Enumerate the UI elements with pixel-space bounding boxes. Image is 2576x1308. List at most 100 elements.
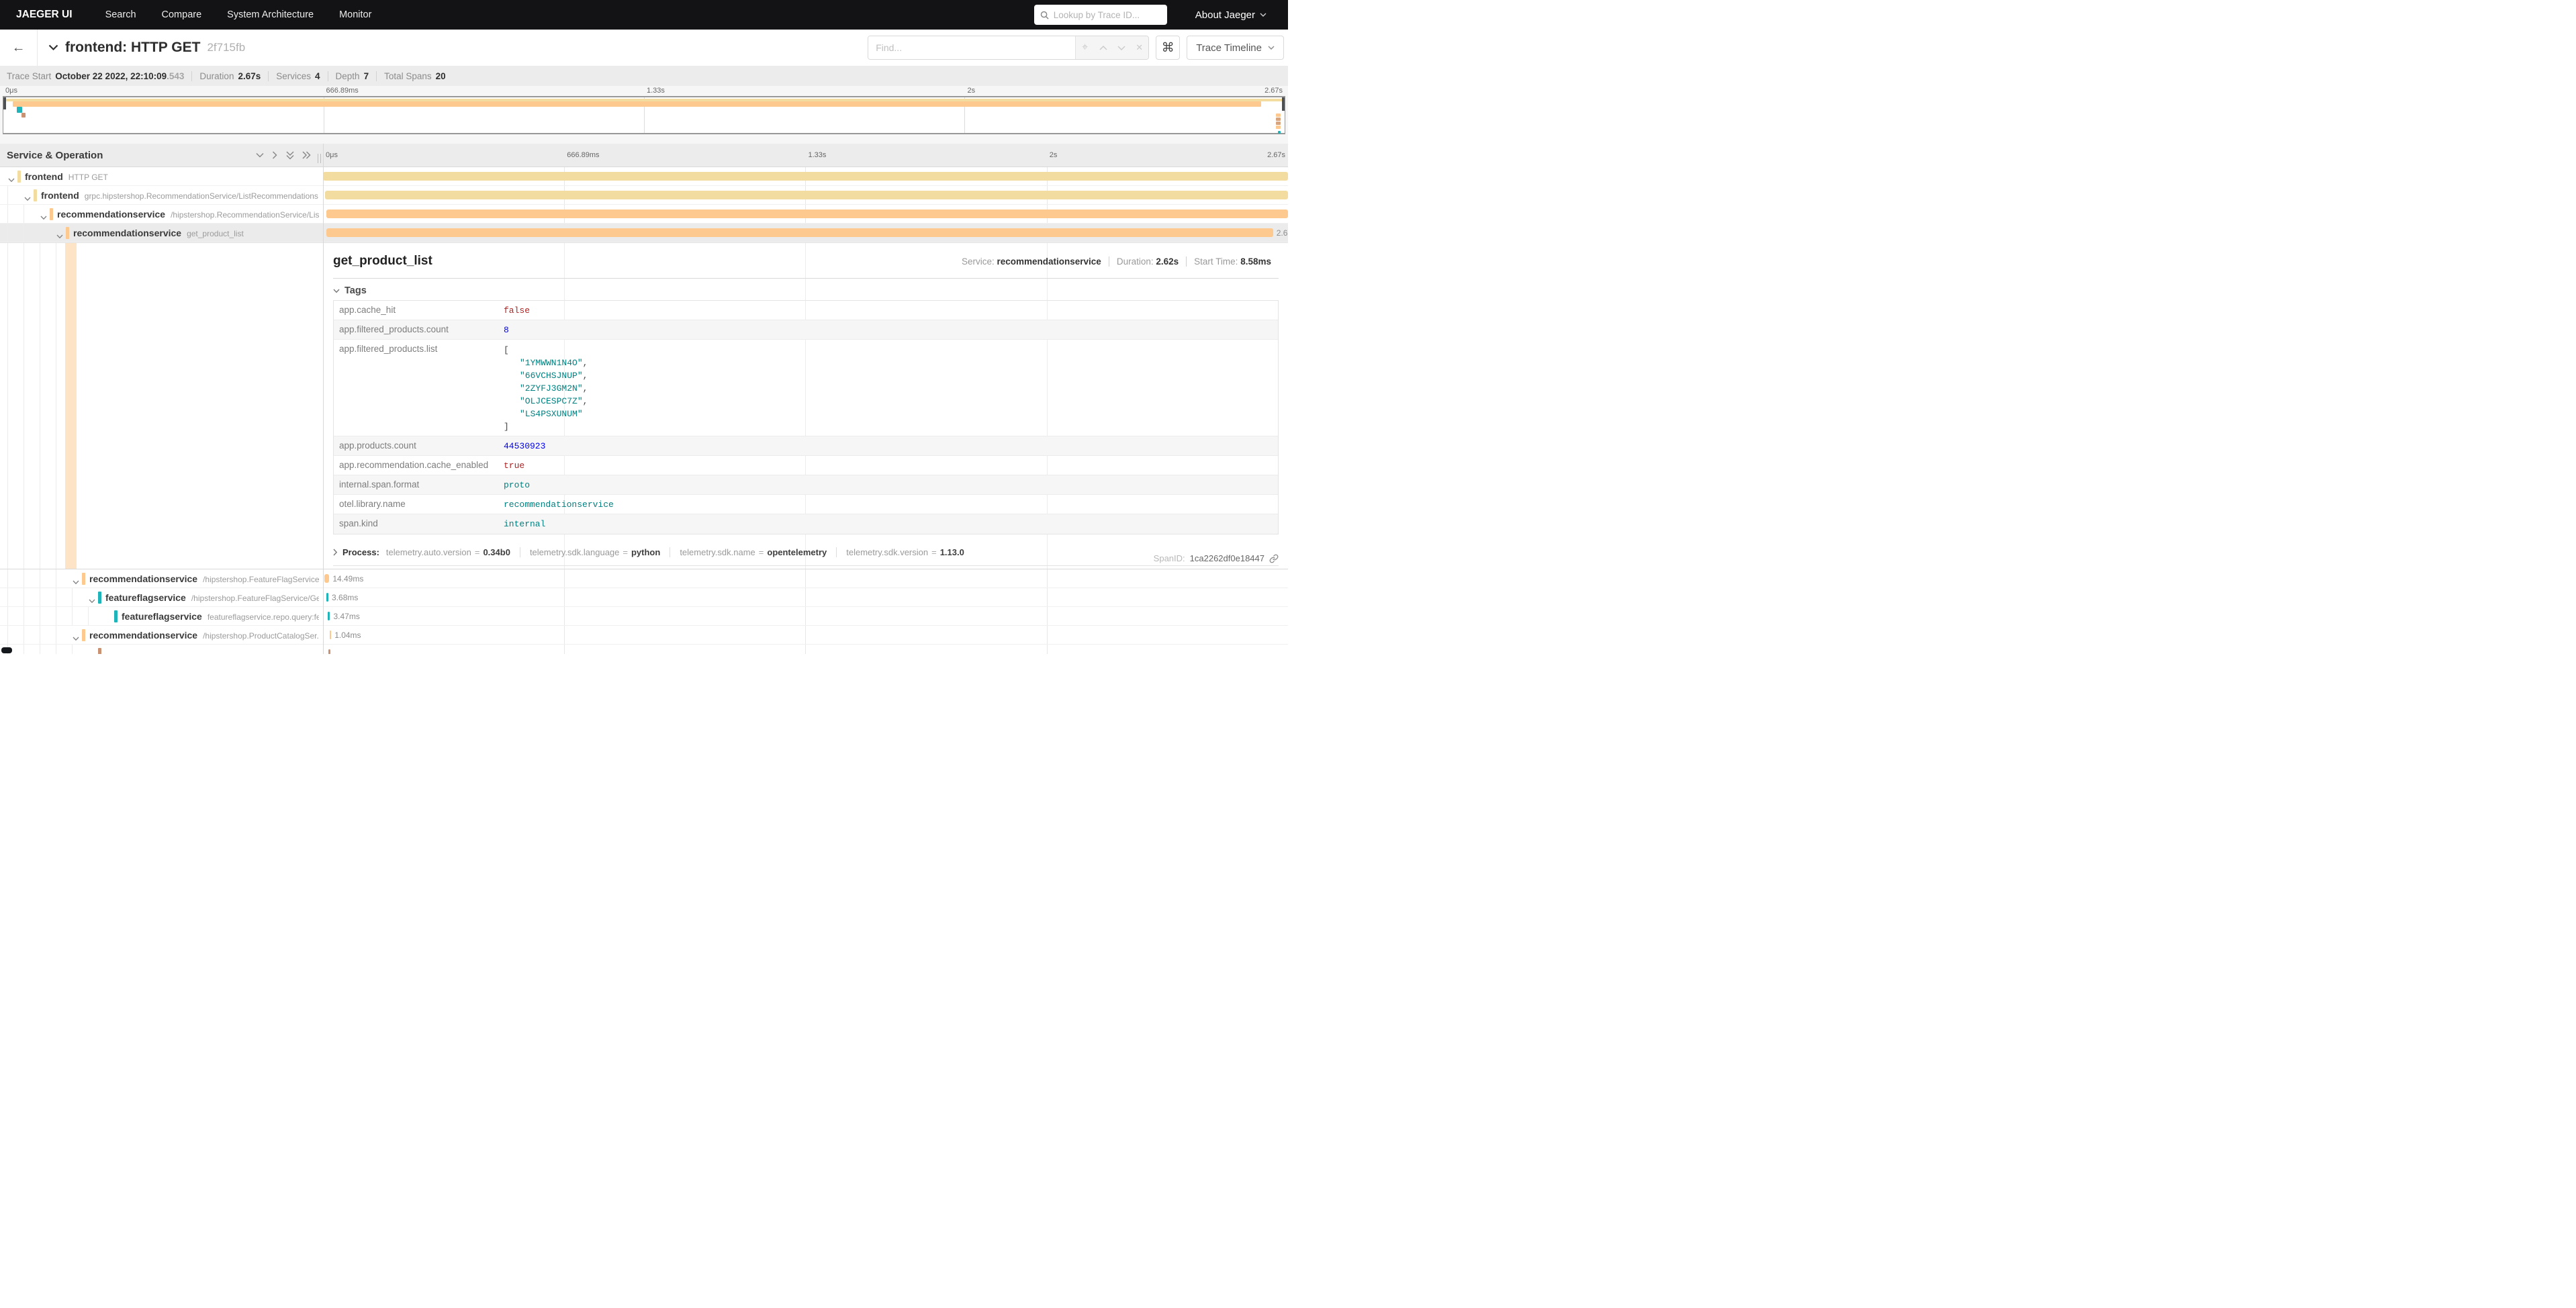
chevron-down-icon[interactable] (8, 178, 15, 183)
process-item: telemetry.sdk.language=python (520, 547, 670, 557)
span-bar[interactable] (326, 209, 1288, 218)
span-row[interactable]: featureflagservice/hipstershop.FeatureFl… (0, 588, 1288, 607)
search-icon (1040, 11, 1049, 19)
trace-id-search[interactable] (1034, 5, 1167, 25)
span-bar[interactable] (330, 630, 331, 639)
tag-key: app.filtered_products.count (334, 320, 498, 339)
trace-view-selector[interactable]: Trace Timeline (1187, 36, 1284, 60)
span-row[interactable]: recommendationservice/hipstershop.Recomm… (0, 205, 1288, 224)
collapse-chevron-icon[interactable] (48, 44, 58, 51)
expand-one-icon[interactable] (272, 150, 278, 160)
indent-guide (7, 243, 8, 569)
collapse-all-icon[interactable] (285, 151, 295, 160)
locate-span-button[interactable]: ⌖ (1076, 36, 1094, 59)
tag-row: internal.span.formatproto (334, 475, 1278, 495)
process-items: telemetry.auto.version=0.34b0telemetry.s… (386, 547, 974, 557)
process-item: telemetry.sdk.name=opentelemetry (670, 547, 836, 557)
tag-value: recommendationservice (498, 495, 619, 514)
span-row-timeline (323, 205, 1288, 223)
tick-label: 1.33s (647, 86, 665, 96)
minimap-canvas[interactable] (3, 96, 1285, 134)
operation-name: get_product_list (187, 229, 244, 238)
indent-guide (7, 607, 8, 625)
span-names: recommendationservice/hipstershop.Recomm… (57, 205, 319, 223)
span-row[interactable]: recommendationservice/hipstershop.Produc… (0, 626, 1288, 645)
meta-label: Services (276, 71, 311, 81)
timeline-minimap-section: 0μs666.89ms1.33s2s2.67s (0, 86, 1288, 144)
nav-item-system-architecture[interactable]: System Architecture (214, 9, 326, 20)
keyboard-shortcuts-button[interactable]: ⌘ (1156, 36, 1180, 60)
detail-start-time: Start Time: 8.58ms (1186, 256, 1279, 267)
span-duration-label: 2.62s (1277, 224, 1288, 242)
find-group: ⌖ ✕ (868, 36, 1149, 60)
chevron-down-icon[interactable] (89, 599, 95, 604)
span-row-timeline: 3.47ms (323, 607, 1288, 625)
chevron-up-icon (1099, 46, 1107, 50)
tick-label: 2s (968, 86, 976, 96)
tag-value: 8 (498, 320, 514, 339)
json-bracket: [ (504, 344, 588, 357)
nav-item-search[interactable]: Search (93, 9, 149, 20)
nav-item-compare[interactable]: Compare (149, 9, 215, 20)
tag-row: app.cache_hitfalse (334, 301, 1278, 320)
trace-id-short: 2f715fb (207, 41, 245, 54)
chevron-down-icon[interactable] (40, 216, 47, 220)
meta-label: Trace Start (7, 71, 51, 81)
horizontal-scrollbar-thumb[interactable] (1, 647, 12, 653)
span-bar[interactable] (326, 228, 1273, 237)
minimap-ticks: 0μs666.89ms1.33s2s2.67s (3, 86, 1285, 96)
span-color-swatch (50, 208, 53, 220)
tick-label: 2.67s (1264, 86, 1283, 96)
clear-find-button[interactable]: ✕ (1130, 36, 1148, 59)
find-prev-button[interactable] (1094, 36, 1112, 59)
span-bar[interactable] (324, 574, 329, 583)
find-next-button[interactable] (1112, 36, 1130, 59)
span-bar[interactable] (323, 172, 1288, 181)
column-resize-grip[interactable] (318, 154, 321, 163)
span-row[interactable]: recommendationservice/hipstershop.Featur… (0, 569, 1288, 588)
chevron-down-icon[interactable] (24, 197, 31, 201)
nav-item-monitor[interactable]: Monitor (326, 9, 384, 20)
chevron-down-icon[interactable] (73, 580, 79, 585)
span-color-swatch (82, 629, 85, 641)
span-row[interactable]: frontendHTTP GET (0, 167, 1288, 186)
chevron-down-icon[interactable] (56, 234, 63, 239)
span-row[interactable]: featureflagservicefeatureflagservice.rep… (0, 607, 1288, 626)
span-bar[interactable] (326, 593, 328, 602)
link-icon[interactable] (1269, 554, 1279, 563)
chevron-down-icon (1268, 46, 1275, 50)
expand-all-icon[interactable] (302, 150, 311, 160)
process-section-toggle[interactable]: Process: telemetry.auto.version=0.34b0te… (333, 547, 1279, 557)
tags-section-toggle[interactable]: Tags (333, 285, 1279, 296)
span-id: SpanID: 1ca2262df0e18447 (1154, 553, 1279, 563)
minimap-span (17, 107, 22, 113)
trace-id-search-input[interactable] (1054, 10, 1161, 20)
tag-row: span.kindinternal (334, 514, 1278, 534)
span-row[interactable]: frontendgrpc.hipstershop.RecommendationS… (0, 186, 1288, 205)
span-row-name-column: recommendationservice/hipstershop.Produc… (0, 626, 323, 644)
find-input[interactable] (868, 36, 1075, 59)
indent-guide (7, 186, 8, 204)
detail-divider (333, 278, 1279, 279)
json-array-item: "OLJCESPC7Z", (504, 395, 588, 408)
span-bar[interactable] (328, 612, 330, 620)
span-color-swatch (66, 227, 69, 239)
chevron-down-icon[interactable] (73, 637, 79, 641)
minimap-right-handle[interactable] (1282, 97, 1285, 111)
tag-value: true (498, 456, 530, 475)
app-brand[interactable]: JAEGER UI (16, 9, 73, 21)
span-names: recommendationserviceget_product_list (73, 224, 244, 242)
span-bar[interactable] (328, 649, 330, 654)
about-jaeger-menu[interactable]: About Jaeger (1195, 9, 1267, 21)
back-button[interactable]: ← (0, 30, 38, 66)
span-row-timeline: 1.04ms (323, 626, 1288, 644)
span-row[interactable]: recommendationserviceget_product_list 2.6… (0, 224, 1288, 242)
collapse-one-icon[interactable] (255, 152, 265, 158)
minimap-span (13, 101, 1260, 107)
span-row-timeline: 2.62s (323, 224, 1288, 242)
span-bar[interactable] (325, 191, 1288, 199)
minimap-left-handle[interactable] (3, 97, 6, 109)
tag-row: otel.library.namerecommendationservice (334, 495, 1278, 514)
operation-name: /hipstershop.FeatureFlagService/Ge... (191, 594, 319, 603)
span-row[interactable] (0, 645, 1288, 654)
